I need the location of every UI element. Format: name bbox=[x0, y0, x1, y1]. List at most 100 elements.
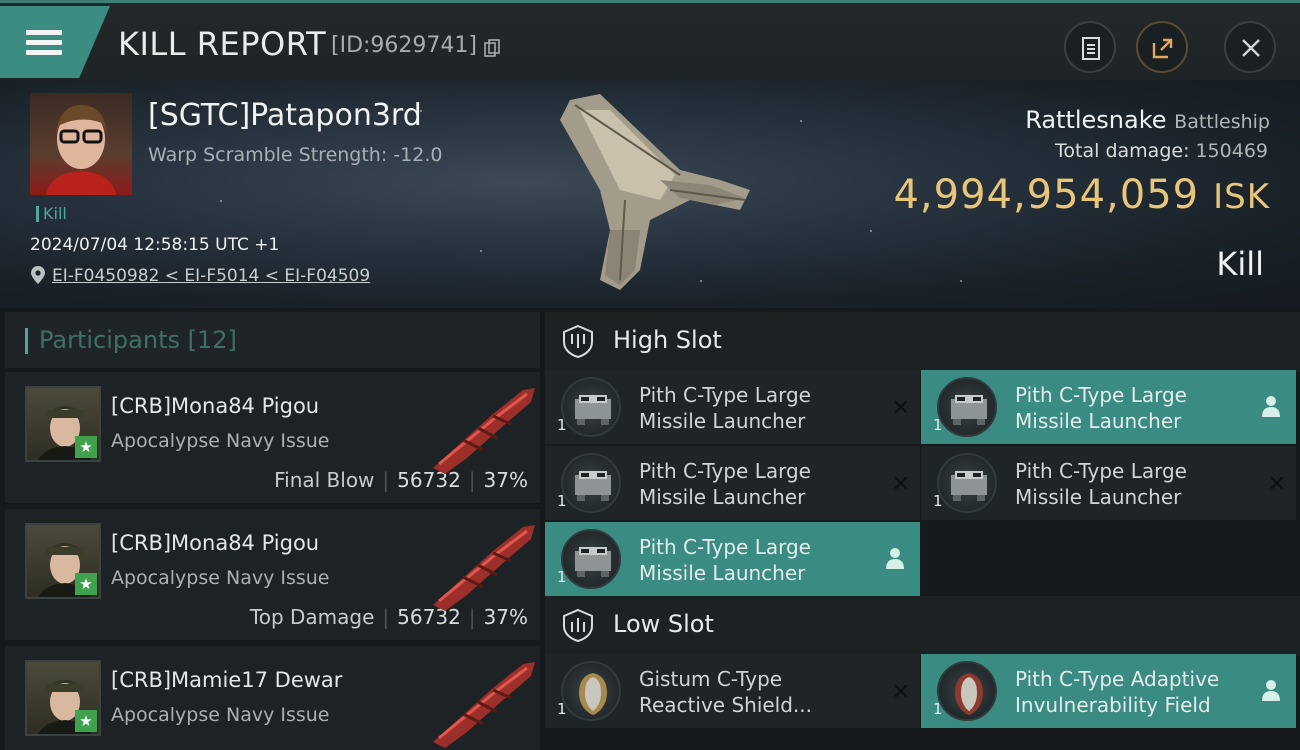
location-pin-icon bbox=[31, 266, 45, 284]
pilot-portrait-icon bbox=[46, 105, 116, 195]
shield-module-icon bbox=[955, 673, 983, 715]
fitting-item[interactable]: 1 Pith C-Type Large Missile Launcher bbox=[545, 522, 920, 596]
section-marker bbox=[25, 328, 28, 354]
menu-button[interactable] bbox=[0, 6, 110, 78]
total-damage-value: 150469 bbox=[1195, 140, 1268, 162]
close-icon bbox=[1242, 39, 1260, 57]
participant-name[interactable]: [CRB]Mona84 Pigou bbox=[111, 394, 319, 418]
destroyed-x-icon: ✕ bbox=[891, 396, 910, 421]
slot-shield-icon bbox=[563, 608, 593, 642]
item-icon bbox=[937, 377, 997, 437]
isk-value: 4,994,954,059 ISK bbox=[893, 172, 1270, 218]
missile-launcher-icon bbox=[575, 395, 611, 425]
dropped-person-icon bbox=[886, 548, 904, 569]
participant-role: Top Damage bbox=[249, 605, 375, 629]
clipboard-button[interactable] bbox=[1064, 21, 1116, 73]
high-slot-header: High Slot bbox=[545, 312, 1300, 372]
isk-unit: ISK bbox=[1213, 177, 1270, 217]
export-icon bbox=[1152, 38, 1173, 59]
participant-ship: Apocalypse Navy Issue bbox=[111, 567, 330, 589]
fitting-item[interactable]: 1 Pith C-Type Large Missile Launcher ✕ bbox=[921, 446, 1296, 520]
fitting-item[interactable]: 1 Pith C-Type Adaptive Invulnerability Fi… bbox=[921, 654, 1296, 728]
participant-row[interactable]: ★ [CRB]Mamie17 Dewar Apocalypse Navy Issue bbox=[5, 646, 540, 750]
item-icon bbox=[561, 377, 621, 437]
item-icon bbox=[937, 661, 997, 721]
item-quantity: 1 bbox=[933, 416, 943, 434]
copy-icon[interactable] bbox=[484, 39, 500, 57]
missile-launcher-icon bbox=[575, 547, 611, 577]
page-title: KILL REPORT bbox=[118, 25, 327, 63]
weapon-icon bbox=[433, 662, 535, 748]
low-slot-title: Low Slot bbox=[613, 610, 714, 638]
kill-datetime: 2024/07/04 12:58:15 UTC +1 bbox=[30, 235, 280, 255]
total-damage: Total damage: 150469 bbox=[1055, 140, 1268, 162]
participant-ship: Apocalypse Navy Issue bbox=[111, 704, 330, 726]
report-id: [ID:9629741] bbox=[331, 33, 477, 58]
victim-avatar[interactable] bbox=[30, 93, 132, 195]
destroyed-x-icon: ✕ bbox=[891, 680, 910, 705]
victim-panel: [SGTC]Patapon3rd Warp Scramble Strength:… bbox=[0, 80, 1300, 308]
item-quantity: 1 bbox=[557, 416, 567, 434]
participant-name[interactable]: [CRB]Mona84 Pigou bbox=[111, 531, 319, 555]
missile-launcher-icon bbox=[575, 471, 611, 501]
participant-name[interactable]: [CRB]Mamie17 Dewar bbox=[111, 668, 342, 692]
item-name: Pith C-Type Large Missile Launcher bbox=[1015, 459, 1187, 509]
participants-count: [12] bbox=[187, 326, 237, 354]
isk-amount: 4,994,954,059 bbox=[893, 172, 1200, 218]
stat-separator: | bbox=[382, 605, 390, 629]
weapon-icon bbox=[433, 525, 535, 611]
item-icon bbox=[561, 453, 621, 513]
result-label: Kill bbox=[1216, 245, 1264, 283]
item-name: Pith C-Type Adaptive Invulnerability Fie… bbox=[1015, 667, 1220, 717]
ship-name-text: Rattlesnake bbox=[1025, 106, 1167, 134]
dropped-person-icon bbox=[1262, 396, 1280, 417]
participants-header: Participants [12] bbox=[5, 312, 540, 368]
participants-title: Participants [12] bbox=[39, 326, 237, 354]
victim-pilot-name[interactable]: [SGTC]Patapon3rd bbox=[148, 98, 422, 133]
missile-launcher-icon bbox=[951, 471, 987, 501]
standing-star-icon: ★ bbox=[75, 436, 97, 458]
slot-shield-icon bbox=[563, 324, 593, 358]
item-icon bbox=[937, 453, 997, 513]
location-link[interactable]: EI-F0450982 < EI-F5014 < EI-F04509 bbox=[52, 266, 370, 286]
dropped-person-icon bbox=[1262, 680, 1280, 701]
menu-icon-bar bbox=[26, 50, 62, 55]
ship-render-icon bbox=[560, 94, 750, 290]
participant-role: Final Blow bbox=[274, 468, 375, 492]
standing-star-icon: ★ bbox=[75, 573, 97, 595]
close-button[interactable] bbox=[1224, 21, 1276, 73]
ship-name[interactable]: Rattlesnake Battleship bbox=[1025, 106, 1270, 134]
participant-row[interactable]: ★ [CRB]Mona84 Pigou Apocalypse Navy Issue F… bbox=[5, 372, 540, 506]
item-quantity: 1 bbox=[933, 492, 943, 510]
fitting-item[interactable]: 1 Pith C-Type Large Missile Launcher bbox=[921, 370, 1296, 444]
item-quantity: 1 bbox=[557, 492, 567, 510]
high-slot-title: High Slot bbox=[613, 326, 722, 354]
missile-launcher-icon bbox=[951, 395, 987, 425]
shield-module-icon bbox=[579, 673, 607, 715]
kill-tag: Kill bbox=[36, 206, 67, 222]
item-icon bbox=[561, 529, 621, 589]
item-icon bbox=[561, 661, 621, 721]
item-name: Gistum C-Type Reactive Shield... bbox=[639, 667, 813, 717]
destroyed-x-icon: ✕ bbox=[1267, 472, 1286, 497]
standing-star-icon: ★ bbox=[75, 710, 97, 732]
total-damage-label: Total damage: bbox=[1055, 140, 1190, 162]
clipboard-icon bbox=[1082, 37, 1100, 60]
fitting-item[interactable]: 1 Pith C-Type Large Missile Launcher ✕ bbox=[545, 446, 920, 520]
menu-icon-bar bbox=[26, 40, 62, 45]
fitting-item[interactable]: 1 Pith C-Type Large Missile Launcher ✕ bbox=[545, 370, 920, 444]
fitting-item[interactable]: 1 Gistum C-Type Reactive Shield... ✕ bbox=[545, 654, 920, 728]
item-name: Pith C-Type Large Missile Launcher bbox=[639, 459, 811, 509]
menu-icon bbox=[26, 30, 62, 35]
weapon-icon bbox=[433, 388, 535, 474]
export-button[interactable] bbox=[1136, 21, 1188, 73]
destroyed-x-icon: ✕ bbox=[891, 472, 910, 497]
item-quantity: 1 bbox=[557, 568, 567, 586]
item-name: Pith C-Type Large Missile Launcher bbox=[639, 383, 811, 433]
participant-ship: Apocalypse Navy Issue bbox=[111, 430, 330, 452]
item-name: Pith C-Type Large Missile Launcher bbox=[1015, 383, 1187, 433]
warp-scramble-strength: Warp Scramble Strength: -12.0 bbox=[148, 144, 443, 166]
participant-row[interactable]: ★ [CRB]Mona84 Pigou Apocalypse Navy Issue T… bbox=[5, 509, 540, 643]
participants-label: Participants bbox=[39, 326, 180, 354]
ship-class: Battleship bbox=[1174, 111, 1270, 133]
